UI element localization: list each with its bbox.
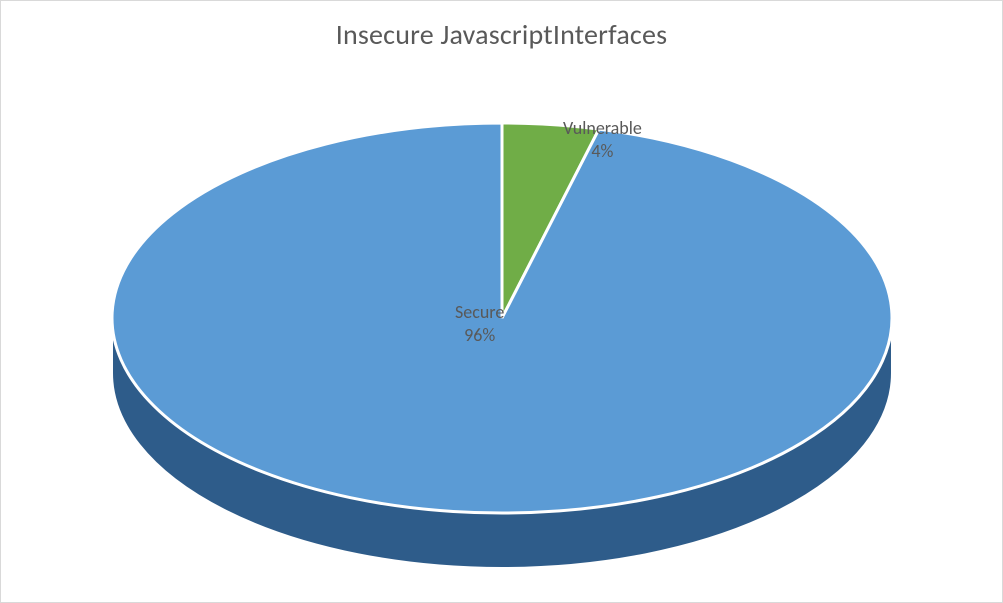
data-label-vulnerable-name: Vulnerable (563, 117, 642, 140)
data-label-secure-pct: 96% (455, 324, 504, 347)
data-label-secure-name: Secure (455, 301, 504, 324)
data-label-secure: Secure 96% (455, 301, 504, 346)
chart-title: Insecure JavascriptInterfaces (1, 17, 1002, 52)
data-label-vulnerable-pct: 4% (563, 140, 642, 163)
data-label-vulnerable: Vulnerable 4% (563, 117, 642, 162)
chart-frame: Insecure JavascriptInterfaces Vulnerable… (0, 0, 1003, 603)
